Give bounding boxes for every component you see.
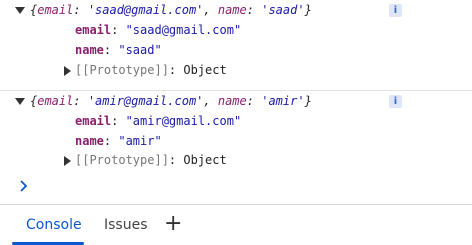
brace-close: } <box>304 3 312 17</box>
summary-key: name <box>217 3 247 17</box>
property-key: email <box>75 23 112 37</box>
prototype-key: [[Prototype]] <box>75 63 169 77</box>
log-entry: {email: 'saad@gmail.com', name: 'saad'} … <box>0 0 472 89</box>
summary-value: 'amir@gmail.com' <box>87 94 204 108</box>
summary-key: name <box>217 94 247 108</box>
separator: : <box>73 94 88 108</box>
property-value: "saad" <box>118 43 162 57</box>
prototype-row[interactable]: [[Prototype]]: Object <box>75 150 227 170</box>
property-value: "amir@gmail.com" <box>125 114 242 128</box>
console-output: {email: 'saad@gmail.com', name: 'saad'} … <box>0 0 472 204</box>
prototype-value: Object <box>183 153 227 167</box>
separator: , <box>203 3 218 17</box>
prototype-value: Object <box>183 63 227 77</box>
object-summary[interactable]: {email: 'amir@gmail.com', name: 'amir'} <box>30 91 312 111</box>
property-key: name <box>75 43 104 57</box>
plus-icon[interactable]: + <box>164 205 182 245</box>
property-row: email: "saad@gmail.com" <box>75 20 241 40</box>
property-row: email: "amir@gmail.com" <box>75 111 241 131</box>
tab-console[interactable]: Console <box>26 205 82 245</box>
prototype-row[interactable]: [[Prototype]]: Object <box>75 60 227 80</box>
separator: : <box>111 23 126 37</box>
summary-value: 'amir' <box>261 94 305 108</box>
separator: : <box>168 63 184 77</box>
separator: : <box>246 94 262 108</box>
separator: , <box>203 94 218 108</box>
caret-down-icon[interactable] <box>15 7 25 14</box>
summary-value: 'saad@gmail.com' <box>87 3 204 17</box>
object-summary[interactable]: {email: 'saad@gmail.com', name: 'saad'} <box>30 0 312 20</box>
info-icon[interactable]: i <box>389 4 402 17</box>
summary-key: email <box>37 3 74 17</box>
separator: : <box>168 153 184 167</box>
log-entry: {email: 'amir@gmail.com', name: 'amir'} … <box>0 90 472 179</box>
property-key: email <box>75 114 112 128</box>
caret-right-icon[interactable] <box>64 156 71 166</box>
separator: : <box>246 3 262 17</box>
prototype-key: [[Prototype]] <box>75 153 169 167</box>
summary-key: email <box>37 94 74 108</box>
separator: : <box>103 43 119 57</box>
brace-close: } <box>304 94 312 108</box>
property-key: name <box>75 134 104 148</box>
console-prompt[interactable] <box>18 178 30 194</box>
property-row: name: "saad" <box>75 40 162 60</box>
property-value: "amir" <box>118 134 162 148</box>
caret-right-icon[interactable] <box>64 66 71 76</box>
summary-value: 'saad' <box>261 3 305 17</box>
chevron-right-icon <box>20 180 28 192</box>
info-icon[interactable]: i <box>389 95 402 108</box>
separator: : <box>73 3 88 17</box>
caret-down-icon[interactable] <box>15 98 25 105</box>
property-value: "saad@gmail.com" <box>125 23 242 37</box>
separator: : <box>111 114 126 128</box>
separator: : <box>103 134 119 148</box>
tab-issues[interactable]: Issues <box>104 205 148 245</box>
drawer-tabbar: Console Issues + <box>0 204 472 245</box>
property-row: name: "amir" <box>75 131 162 151</box>
